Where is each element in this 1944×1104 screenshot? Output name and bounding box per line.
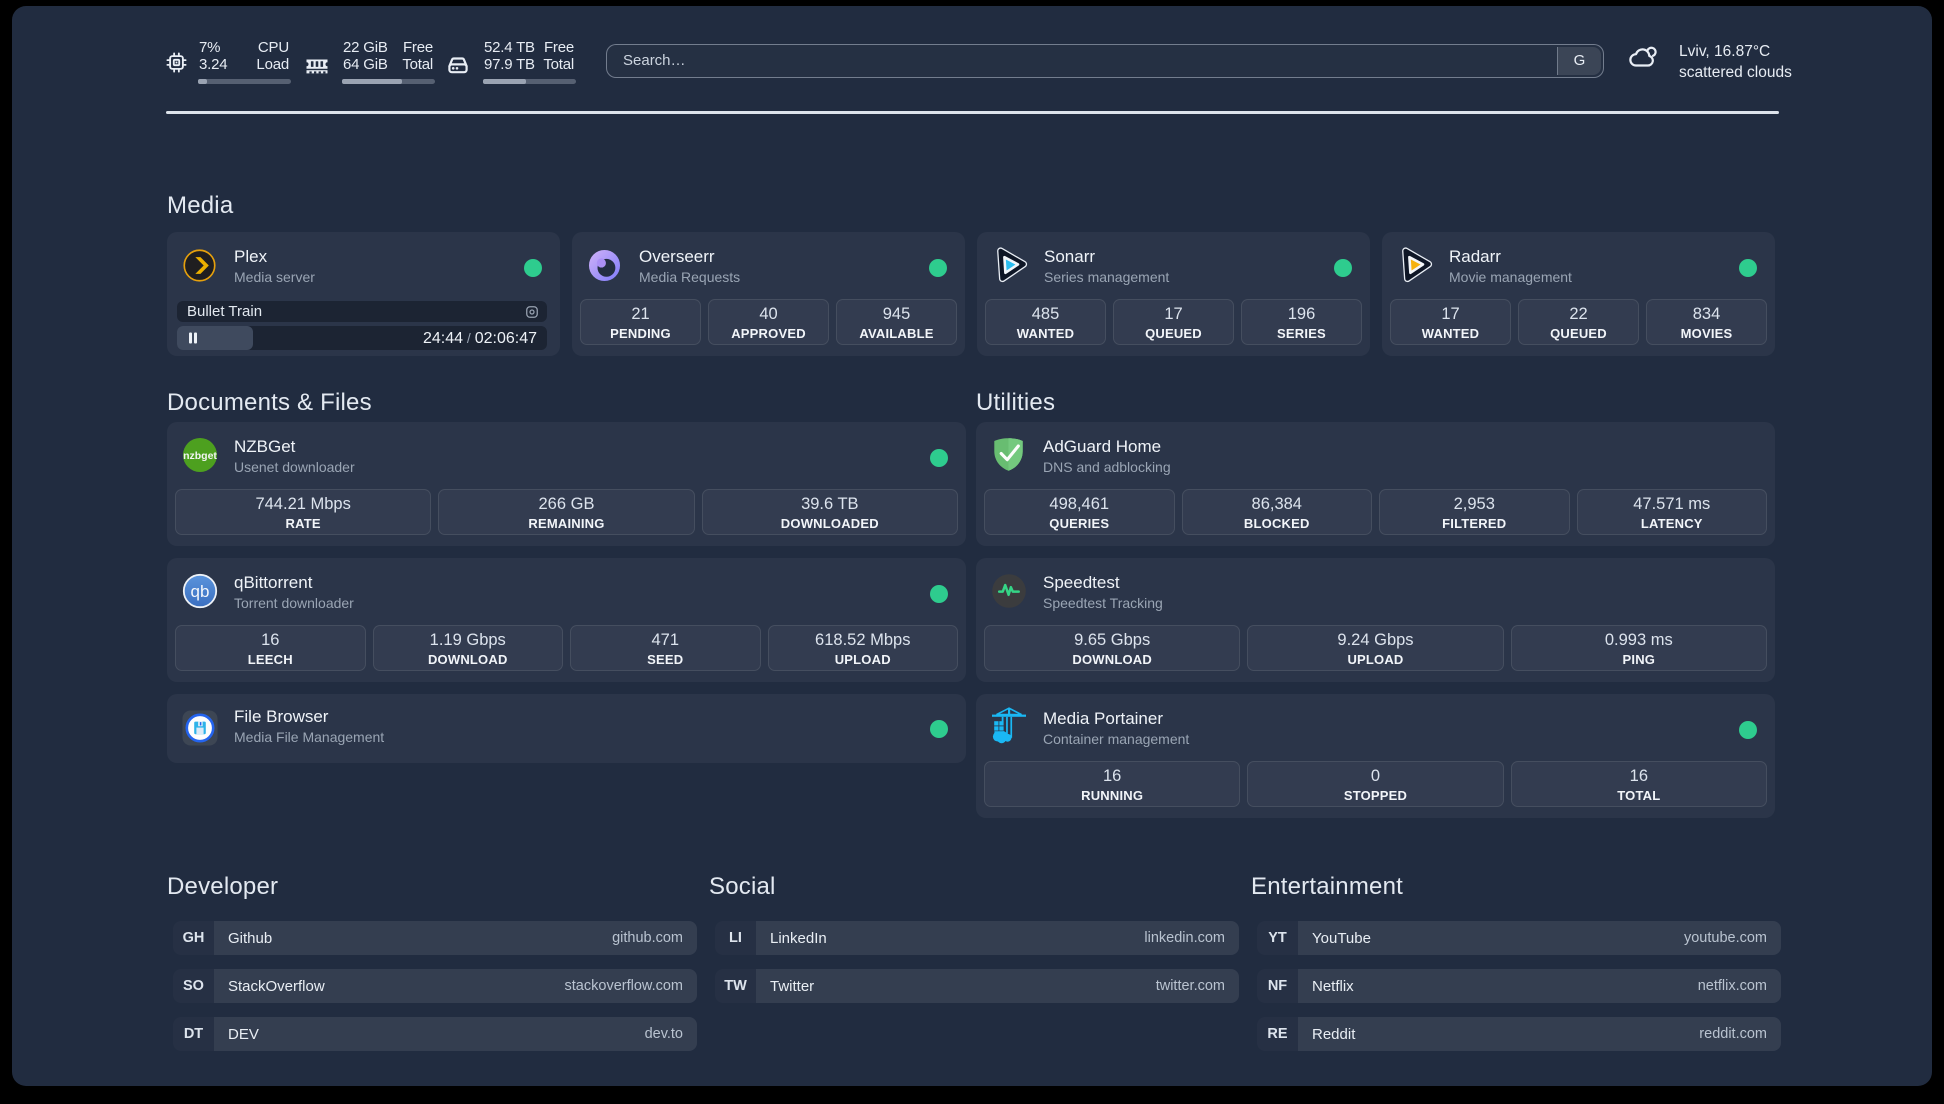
svg-text:qb: qb: [191, 582, 210, 601]
svg-text:nzbget: nzbget: [183, 450, 217, 462]
